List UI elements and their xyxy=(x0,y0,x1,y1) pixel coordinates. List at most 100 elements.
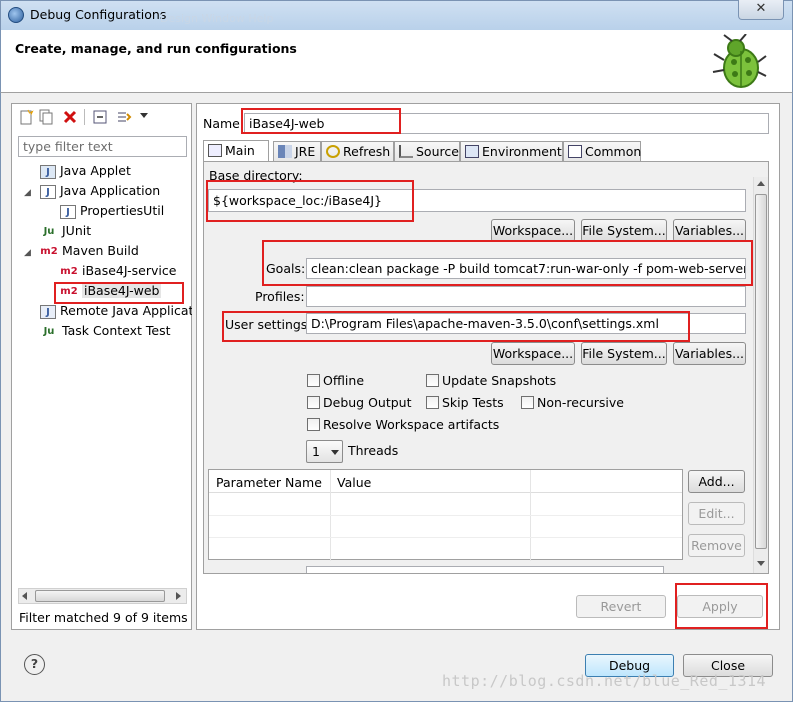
scroll-up-icon[interactable] xyxy=(757,181,765,186)
tree-item-task-context[interactable]: Ju Task Context Test xyxy=(24,321,192,341)
revert-button[interactable]: Revert xyxy=(576,595,666,618)
threads-dropdown-icon xyxy=(331,450,339,455)
name-label: Name: xyxy=(203,116,245,131)
non-recursive-label: Non-recursive xyxy=(537,395,624,410)
base-dir-filesystem-button[interactable]: File System... xyxy=(581,219,667,242)
scroll-left-icon[interactable] xyxy=(22,592,27,600)
tree-item-ibase4j-service[interactable]: m2 iBase4J-service xyxy=(24,261,192,281)
tab-v-scrollbar[interactable] xyxy=(753,177,768,573)
m2-icon: m2 xyxy=(60,265,78,277)
tree-item-java-applet[interactable]: J Java Applet xyxy=(24,161,192,181)
tab-refresh[interactable]: Refresh xyxy=(321,141,394,162)
filter-config-icon[interactable] xyxy=(116,109,132,125)
config-tree: J Java Applet ◢ J Java Application J Propert… xyxy=(24,161,192,581)
parameter-table: Parameter Name Value xyxy=(208,469,683,561)
tab-source[interactable]: Source xyxy=(394,141,460,162)
window-title: Debug Configurations xyxy=(30,7,167,22)
column-header-parameter-name[interactable]: Parameter Name xyxy=(216,475,322,490)
table-row xyxy=(209,537,682,538)
main-tab-icon xyxy=(208,144,222,157)
task-context-icon: Ju xyxy=(43,325,55,337)
cutoff-field xyxy=(306,566,664,573)
highlight-box-apply xyxy=(675,583,768,629)
scroll-right-icon[interactable] xyxy=(176,592,181,600)
remote-java-icon: J xyxy=(40,304,56,319)
debug-bug-icon xyxy=(712,34,767,88)
jre-tab-icon xyxy=(278,145,292,158)
debug-app-icon xyxy=(8,7,24,23)
threads-value: 1 xyxy=(312,444,320,459)
tab-common[interactable]: Common xyxy=(563,141,641,162)
java-applet-icon: J xyxy=(40,164,56,179)
scroll-down-icon[interactable] xyxy=(757,561,765,566)
filter-status: Filter matched 9 of 9 items xyxy=(19,610,188,625)
tab-content: Base directory: ${workspace_loc:/iBase4J… xyxy=(203,161,769,574)
collapse-arrow-icon[interactable]: ◢ xyxy=(24,183,40,203)
offline-checkbox[interactable] xyxy=(307,374,320,387)
new-config-icon[interactable] xyxy=(18,109,34,125)
highlight-box-tree xyxy=(54,282,184,304)
tree-item-propertiesutil[interactable]: J PropertiesUtil xyxy=(24,201,192,221)
filter-input[interactable]: type filter text xyxy=(18,136,187,157)
refresh-tab-icon xyxy=(326,145,340,158)
tree-item-remote-java[interactable]: J Remote Java Applicat xyxy=(24,301,192,321)
window-close-button[interactable]: ✕ xyxy=(738,0,784,20)
m2-icon: m2 xyxy=(40,245,58,257)
scroll-thumb[interactable] xyxy=(755,194,767,549)
column-header-value[interactable]: Value xyxy=(337,475,371,490)
offline-label: Offline xyxy=(323,373,365,388)
debug-output-checkbox[interactable] xyxy=(307,396,320,409)
collapse-all-icon[interactable] xyxy=(92,109,108,125)
help-icon[interactable]: ? xyxy=(24,654,45,675)
dialog-header: Create, manage, and run configurations xyxy=(0,30,793,92)
collapse-arrow-icon[interactable]: ◢ xyxy=(24,243,40,263)
param-header-row: Parameter Name Value xyxy=(209,470,682,561)
tree-h-scrollbar[interactable] xyxy=(18,588,187,604)
skip-tests-checkbox[interactable] xyxy=(426,396,439,409)
tab-environment[interactable]: Environment xyxy=(460,141,563,162)
settings-filesystem-button[interactable]: File System... xyxy=(581,342,667,365)
update-snapshots-label: Update Snapshots xyxy=(442,373,557,388)
java-app-icon: J xyxy=(60,204,76,219)
java-app-icon: J xyxy=(40,184,56,199)
base-dir-variables-button[interactable]: Variables... xyxy=(673,219,746,242)
remove-parameter-button[interactable]: Remove xyxy=(688,534,745,557)
filter-dropdown-icon[interactable] xyxy=(140,113,148,118)
highlight-box-name xyxy=(241,108,401,134)
common-tab-icon xyxy=(568,145,582,158)
tab-strip: Main JRE Refresh Source Environment Comm… xyxy=(203,140,769,162)
highlight-box-goals xyxy=(262,240,753,286)
environment-tab-icon xyxy=(465,145,479,158)
watermark-text: http://blog.csdn.net/blue_Red_1314 xyxy=(442,672,767,690)
tree-item-java-application[interactable]: ◢ J Java Application xyxy=(24,181,192,201)
delete-config-icon[interactable] xyxy=(62,109,78,125)
tab-main[interactable]: Main xyxy=(203,140,269,162)
tab-jre[interactable]: JRE xyxy=(273,141,321,162)
profiles-field[interactable] xyxy=(306,286,746,307)
edit-parameter-button[interactable]: Edit... xyxy=(688,502,745,525)
tree-toolbar xyxy=(18,109,188,127)
settings-workspace-button[interactable]: Workspace... xyxy=(491,342,575,365)
highlight-box-base-dir xyxy=(206,180,414,222)
tree-item-junit[interactable]: Ju JUnit xyxy=(24,221,192,241)
settings-variables-button[interactable]: Variables... xyxy=(673,342,746,365)
junit-icon: Ju xyxy=(43,225,55,237)
menu-ghost-text: Design Window Help xyxy=(160,12,274,25)
update-snapshots-checkbox[interactable] xyxy=(426,374,439,387)
tree-item-maven-build[interactable]: ◢ m2 Maven Build xyxy=(24,241,192,261)
resolve-workspace-label: Resolve Workspace artifacts xyxy=(323,417,500,432)
profiles-label: Profiles: xyxy=(255,289,305,304)
duplicate-config-icon[interactable] xyxy=(38,109,54,125)
threads-label: Threads xyxy=(348,443,399,458)
base-dir-workspace-button[interactable]: Workspace... xyxy=(491,219,575,242)
threads-select[interactable]: 1 xyxy=(306,440,343,463)
non-recursive-checkbox[interactable] xyxy=(521,396,534,409)
add-parameter-button[interactable]: Add... xyxy=(688,470,745,493)
table-row xyxy=(209,515,682,516)
toolbar-separator xyxy=(84,109,85,125)
highlight-box-user-settings xyxy=(222,311,690,342)
resolve-workspace-checkbox[interactable] xyxy=(307,418,320,431)
scroll-thumb[interactable] xyxy=(35,590,165,602)
source-tab-icon xyxy=(399,145,413,158)
header-title: Create, manage, and run configurations xyxy=(15,41,297,56)
